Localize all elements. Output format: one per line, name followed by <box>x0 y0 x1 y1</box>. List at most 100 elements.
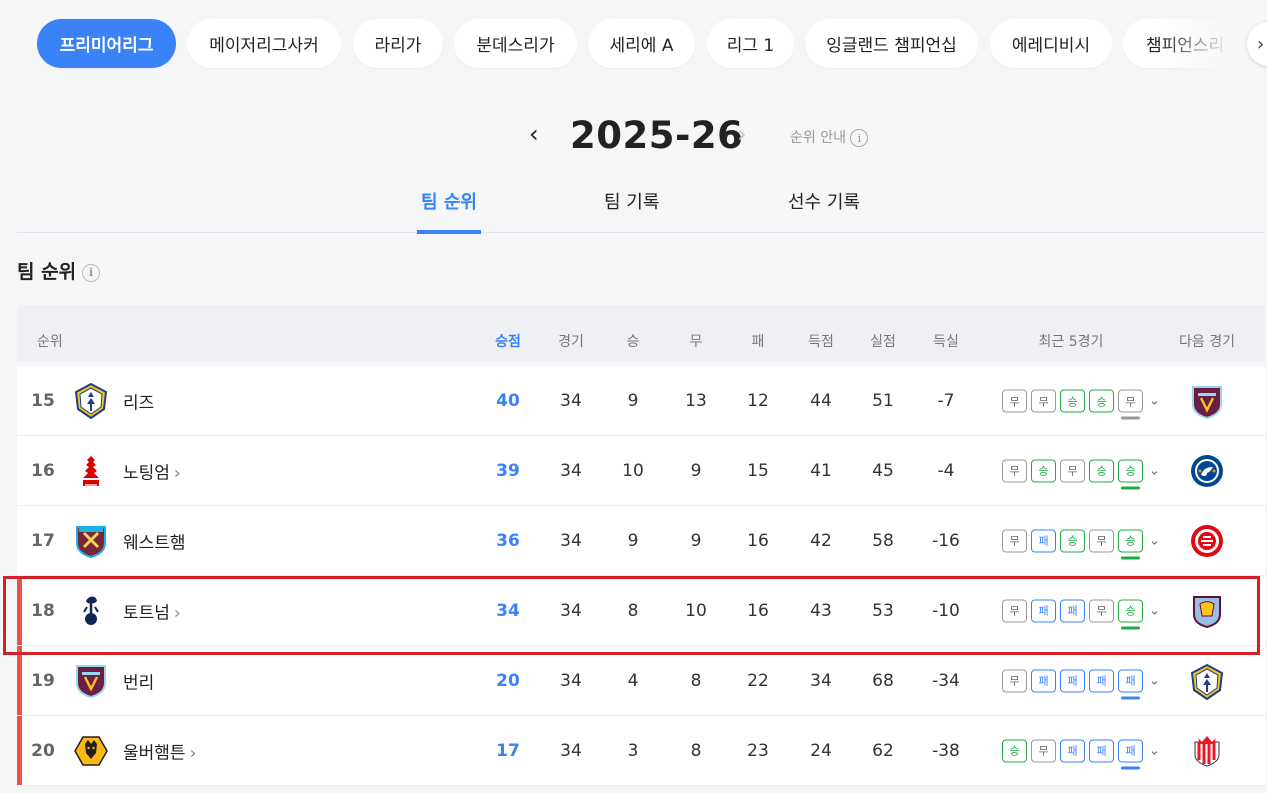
recent-form: 승 무 패 패 패 ⌄ <box>1002 739 1160 769</box>
team-name: 리즈 <box>123 393 155 414</box>
league-tab-championship[interactable]: 잉글랜드 챔피언십 <box>805 19 978 68</box>
info-icon[interactable]: i <box>82 263 101 282</box>
team-name-link[interactable]: 울버햄튼 › <box>123 738 196 763</box>
tab-player-records[interactable]: 선수 기록 <box>788 188 860 233</box>
scroll-fade <box>1160 15 1260 73</box>
team-name-link[interactable]: 리즈 <box>123 389 154 414</box>
form-badge: 무 <box>1031 739 1056 762</box>
row-ga: 58 <box>872 530 894 551</box>
row-won: 8 <box>627 600 639 621</box>
table-row[interactable]: 18 토트넘 › 34 34 8 10 16 43 53 -10 무 패 패 무 승 ⌄ <box>17 576 1265 646</box>
row-gd: -38 <box>932 740 960 761</box>
form-badge: 승 <box>1060 529 1085 552</box>
row-won: 4 <box>627 670 639 691</box>
chevron-down-icon[interactable]: ⌄ <box>1149 603 1160 618</box>
section-title-label: 팀 순위 <box>17 261 77 283</box>
form-badge: 무 <box>1060 459 1085 482</box>
team-name-link[interactable]: 웨스트햄 <box>123 528 186 553</box>
next-opponent-crest-icon[interactable] <box>1190 594 1224 628</box>
league-tab-ligue-1[interactable]: 리그 1 <box>707 19 794 68</box>
section-title: 팀 순위 i <box>17 257 101 284</box>
season-next-button[interactable]: › <box>737 120 747 148</box>
rank-guide-link[interactable]: 순위 안내 i <box>790 127 869 147</box>
relegation-indicator <box>17 646 22 715</box>
next-opponent-crest-icon[interactable] <box>1190 384 1224 420</box>
chevron-down-icon[interactable]: ⌄ <box>1149 463 1160 478</box>
row-rank: 20 <box>31 740 55 761</box>
header-points[interactable]: 승점 <box>495 331 521 351</box>
header-won: 승 <box>626 334 640 350</box>
team-name: 울버햄튼 <box>123 743 186 763</box>
next-opponent-crest-icon[interactable] <box>1190 663 1224 700</box>
standings-subtabs: 팀 순위 팀 기록 선수 기록 <box>17 180 1265 234</box>
row-ga: 62 <box>872 740 894 761</box>
season-prev-button[interactable]: ‹ <box>529 120 539 148</box>
row-drawn: 8 <box>690 740 702 761</box>
league-tab-eredivisie[interactable]: 에레디비시 <box>990 19 1112 68</box>
next-opponent-crest-icon[interactable] <box>1190 524 1224 558</box>
row-gd: -4 <box>937 460 955 481</box>
table-body: 15 리즈 40 34 9 13 12 44 51 -7 무 무 승 승 무 ⌄ 16 노팅엄 › 39 34 10 9 15… <box>17 367 1265 786</box>
row-rank: 15 <box>31 391 55 411</box>
row-gf: 42 <box>810 530 832 551</box>
table-row[interactable]: 19 번리 20 34 4 8 22 34 68 -34 무 패 패 패 패 ⌄ <box>17 646 1265 716</box>
team-name-link[interactable]: 번리 <box>123 668 154 693</box>
team-name: 토트넘 <box>123 603 170 623</box>
row-gf: 34 <box>810 670 832 691</box>
chevron-down-icon[interactable]: ⌄ <box>1149 533 1160 548</box>
table-row[interactable]: 16 노팅엄 › 39 34 10 9 15 41 45 -4 무 승 무 승 승 ⌄ <box>17 436 1265 506</box>
season-selector: ‹ 2025-26 › 순위 안내 i <box>0 112 1267 162</box>
form-badge: 패 <box>1089 669 1114 692</box>
row-pts: 39 <box>496 460 520 481</box>
row-won: 10 <box>622 460 644 481</box>
form-badge: 패 <box>1060 739 1085 762</box>
next-opponent-crest-icon[interactable] <box>1190 734 1224 768</box>
row-pts: 34 <box>496 600 520 621</box>
header-rank: 순위 <box>37 334 63 350</box>
row-gf: 44 <box>810 391 832 411</box>
form-badge: 패 <box>1089 739 1114 762</box>
tab-team-standings[interactable]: 팀 순위 <box>417 188 481 234</box>
form-badge: 승 <box>1002 739 1027 762</box>
chevron-down-icon[interactable]: ⌄ <box>1149 673 1160 688</box>
league-tab-premier-league[interactable]: 프리미어리그 <box>37 19 176 68</box>
row-gd: -16 <box>932 530 960 551</box>
form-badge: 무 <box>1031 389 1056 413</box>
table-row[interactable]: 17 웨스트햄 36 34 9 9 16 42 58 -16 무 패 승 무 승 ⌄ <box>17 506 1265 576</box>
row-lost: 16 <box>747 530 769 551</box>
row-drawn: 8 <box>690 670 702 691</box>
row-rank: 17 <box>31 530 55 551</box>
row-ga: 45 <box>872 460 894 481</box>
row-rank: 16 <box>31 460 55 481</box>
form-badge: 무 <box>1089 529 1114 552</box>
league-tab-la-liga[interactable]: 라리가 <box>353 19 443 68</box>
tab-team-records[interactable]: 팀 기록 <box>604 188 659 233</box>
next-opponent-crest-icon[interactable] <box>1190 454 1224 488</box>
form-badge: 무 <box>1002 599 1027 622</box>
team-name: 노팅엄 <box>123 463 170 483</box>
team-name-link[interactable]: 토트넘 › <box>123 598 181 623</box>
table-row[interactable]: 15 리즈 40 34 9 13 12 44 51 -7 무 무 승 승 무 ⌄ <box>17 367 1265 436</box>
form-badge: 무 <box>1118 389 1143 420</box>
chevron-down-icon[interactable]: ⌄ <box>1149 743 1160 758</box>
team-name-link[interactable]: 노팅엄 › <box>123 458 181 483</box>
row-rank: 19 <box>31 670 55 691</box>
league-tab-bundesliga[interactable]: 분데스리가 <box>454 19 577 68</box>
league-tab-mls[interactable]: 메이저리그사커 <box>187 19 341 68</box>
row-pts: 36 <box>496 530 520 551</box>
header-played: 경기 <box>558 334 584 350</box>
row-won: 9 <box>627 391 639 411</box>
row-gf: 24 <box>810 740 832 761</box>
league-tab-serie-a[interactable]: 세리에 A <box>588 19 695 68</box>
row-gf: 43 <box>810 600 832 621</box>
header-goals-against: 실점 <box>870 334 896 350</box>
chevron-down-icon[interactable]: ⌄ <box>1149 394 1160 409</box>
team-name: 웨스트햄 <box>123 533 186 553</box>
row-gd: -10 <box>932 600 960 621</box>
team-crest-icon <box>74 382 108 420</box>
table-row[interactable]: 20 울버햄튼 › 17 34 3 8 23 24 62 -38 승 무 패 패 패 ⌄ <box>17 716 1265 786</box>
form-badge: 패 <box>1118 739 1143 769</box>
team-crest-icon <box>74 593 108 629</box>
header-lost: 패 <box>751 334 765 350</box>
chevron-right-icon: › <box>173 463 181 483</box>
